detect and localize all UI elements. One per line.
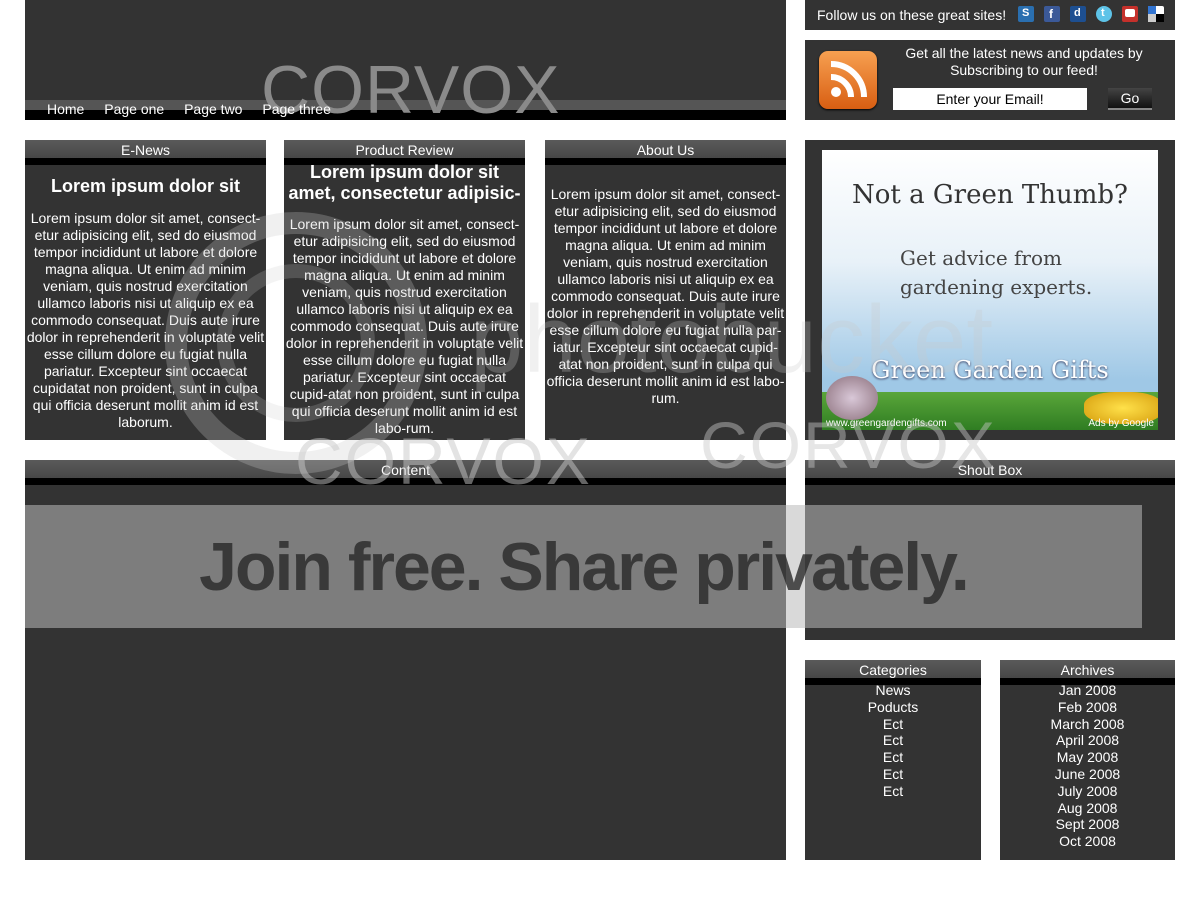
category-link[interactable]: News <box>805 682 981 699</box>
review-title: Product Review <box>284 140 525 165</box>
ads-by-google[interactable]: Ads by Google <box>1088 418 1154 430</box>
ad-sub-1: Get advice from <box>900 246 1062 270</box>
archive-link[interactable]: Jan 2008 <box>1000 682 1175 699</box>
rss-glyph <box>830 61 867 98</box>
archive-link[interactable]: Aug 2008 <box>1000 800 1175 817</box>
review-heading: Lorem ipsum dolor sit amet, consectetur … <box>288 162 521 203</box>
category-link[interactable]: Ect <box>805 783 981 800</box>
youtube-icon[interactable] <box>1122 6 1138 22</box>
email-field[interactable] <box>893 88 1087 110</box>
feed-box: Get all the latest news and updates by S… <box>805 40 1175 120</box>
archive-link[interactable]: Sept 2008 <box>1000 816 1175 833</box>
twitter-icon[interactable]: t <box>1096 6 1112 22</box>
follow-text: Follow us on these great sites! <box>817 7 1007 23</box>
review-panel: Product Review Lorem ipsum dolor sit ame… <box>284 140 525 440</box>
category-link[interactable]: Ect <box>805 716 981 733</box>
social-icons: S f d t <box>1018 6 1164 22</box>
archive-link[interactable]: Feb 2008 <box>1000 699 1175 716</box>
ad-banner[interactable]: Not a Green Thumb? Get advice from garde… <box>822 150 1158 430</box>
main-nav: Home Page one Page two Page three <box>47 101 331 117</box>
enews-panel: E-News Lorem ipsum dolor sit Lorem ipsum… <box>25 140 266 440</box>
content-title: Content <box>25 460 786 485</box>
nav-home[interactable]: Home <box>47 101 84 117</box>
categories-title: Categories <box>805 660 981 685</box>
flower-left <box>826 376 878 420</box>
archives-panel: Archives Jan 2008 Feb 2008 March 2008 Ap… <box>1000 660 1175 860</box>
ad-sub-2: gardening experts. <box>900 275 1093 299</box>
header: CORVOX Home Page one Page two Page three <box>25 0 786 128</box>
facebook-icon[interactable]: f <box>1044 6 1060 22</box>
category-link[interactable]: Poducts <box>805 699 981 716</box>
ad-headline: Not a Green Thumb? <box>852 180 1128 210</box>
category-link[interactable]: Ect <box>805 749 981 766</box>
go-button[interactable]: Go <box>1108 88 1152 110</box>
archives-title: Archives <box>1000 660 1175 685</box>
enews-heading: Lorem ipsum dolor sit <box>50 176 241 196</box>
rss-icon[interactable] <box>819 51 877 109</box>
categories-panel: Categories News Poducts Ect Ect Ect Ect … <box>805 660 981 860</box>
stumbleupon-icon[interactable]: S <box>1018 6 1034 22</box>
about-title: About Us <box>545 140 786 165</box>
archive-link[interactable]: July 2008 <box>1000 783 1175 800</box>
enews-body: Lorem ipsum dolor sit amet, consect-etur… <box>26 210 265 430</box>
about-panel: About Us Lorem ipsum dolor sit amet, con… <box>545 140 786 440</box>
archive-link[interactable]: May 2008 <box>1000 749 1175 766</box>
category-link[interactable]: Ect <box>805 766 981 783</box>
about-body: Lorem ipsum dolor sit amet, consect-etur… <box>546 186 785 406</box>
delicious-icon[interactable] <box>1148 6 1164 22</box>
archive-link[interactable]: Oct 2008 <box>1000 833 1175 850</box>
watermark-banner-text: Join free. Share privately. <box>199 529 970 605</box>
digg-icon[interactable]: d <box>1070 6 1086 22</box>
categories-list: News Poducts Ect Ect Ect Ect Ect <box>805 682 981 800</box>
archive-link[interactable]: June 2008 <box>1000 766 1175 783</box>
nav-page-one[interactable]: Page one <box>104 101 164 117</box>
ad-url[interactable]: www.greengardengifts.com <box>826 418 947 430</box>
shoutbox-title: Shout Box <box>805 460 1175 485</box>
nav-page-three[interactable]: Page three <box>262 101 331 117</box>
follow-bar: Follow us on these great sites! S f d t <box>805 0 1175 30</box>
nav-page-two[interactable]: Page two <box>184 101 242 117</box>
review-body: Lorem ipsum dolor sit amet, consect-etur… <box>285 216 524 436</box>
feed-text: Get all the latest news and updates by S… <box>905 45 1143 78</box>
watermark-banner: Join free. Share privately. <box>25 505 1142 628</box>
archive-link[interactable]: April 2008 <box>1000 732 1175 749</box>
enews-title: E-News <box>25 140 266 165</box>
ad-brand: Green Garden Gifts <box>871 356 1109 384</box>
ad-panel: Not a Green Thumb? Get advice from garde… <box>805 140 1175 440</box>
archives-list: Jan 2008 Feb 2008 March 2008 April 2008 … <box>1000 682 1175 850</box>
category-link[interactable]: Ect <box>805 732 981 749</box>
archive-link[interactable]: March 2008 <box>1000 716 1175 733</box>
